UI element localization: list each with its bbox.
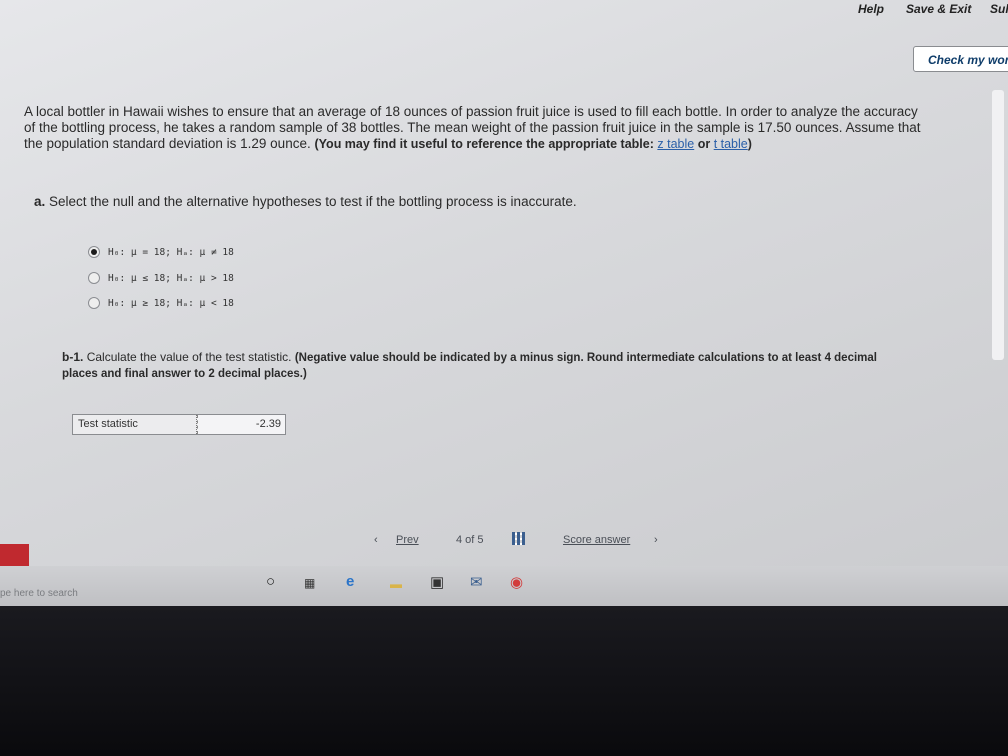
taskbar — [0, 566, 1008, 606]
part-a-text: Select the null and the alternative hypo… — [49, 194, 577, 209]
test-statistic-input[interactable]: -2.39 — [197, 415, 285, 434]
hypothesis-option-2[interactable]: H₀: μ ≤ 18; Hₐ: μ > 18 — [88, 272, 234, 284]
radio-button[interactable] — [88, 297, 100, 309]
radio-button-selected[interactable] — [88, 246, 100, 258]
cortana-circle-icon[interactable]: ○ — [266, 573, 275, 590]
t-table-link[interactable]: t table — [714, 137, 748, 151]
hypothesis-option-3[interactable]: H₀: μ ≥ 18; Hₐ: μ < 18 — [88, 297, 234, 309]
hypothesis-option-1[interactable]: H₀: μ = 18; Hₐ: μ ≠ 18 — [88, 246, 234, 258]
part-b1-prompt: b-1. Calculate the value of the test sta… — [62, 350, 902, 382]
taskbar-search-input[interactable]: pe here to search — [0, 588, 78, 599]
question-grid-icon[interactable] — [512, 532, 525, 545]
score-answer-link[interactable]: Score answer — [563, 534, 630, 546]
part-a-prompt: a. Select the null and the alternative h… — [34, 194, 577, 209]
prev-link[interactable]: Prev — [396, 534, 419, 546]
option-label: H₀: μ ≤ 18; Hₐ: μ > 18 — [108, 272, 234, 284]
save-exit-button[interactable]: Save & Exit — [906, 2, 971, 16]
part-a-label: a. — [34, 194, 46, 209]
help-button[interactable]: Help — [858, 2, 884, 16]
table-note: (You may find it useful to reference the… — [314, 137, 752, 151]
radio-button[interactable] — [88, 272, 100, 284]
test-statistic-row: Test statistic -2.39 — [72, 414, 286, 435]
part-b1-label: b-1. — [62, 350, 84, 364]
file-explorer-icon[interactable]: ▬ — [390, 577, 402, 591]
bezel — [0, 606, 1008, 756]
task-view-icon[interactable]: ▦ — [304, 576, 315, 590]
option-label: H₀: μ = 18; Hₐ: μ ≠ 18 — [108, 246, 234, 258]
store-bag-icon[interactable]: ▣ — [430, 573, 444, 591]
edge-browser-icon[interactable]: e — [346, 573, 354, 590]
mail-icon[interactable]: ✉ — [470, 573, 483, 591]
prev-chevron-icon[interactable]: ‹ — [374, 534, 378, 546]
question-text: A local bottler in Hawaii wishes to ensu… — [24, 104, 929, 152]
page-indicator: 4 of 5 — [456, 534, 484, 546]
check-my-work-button[interactable]: Check my worl — [913, 46, 1008, 72]
part-b1-text: Calculate the value of the test statisti… — [86, 350, 292, 364]
z-table-link[interactable]: z table — [657, 137, 694, 151]
submit-button[interactable]: Sul — [990, 2, 1008, 16]
scrollbar[interactable] — [992, 90, 1004, 360]
chrome-icon[interactable]: ◉ — [510, 573, 523, 591]
next-chevron-icon[interactable]: › — [654, 534, 658, 546]
test-statistic-label: Test statistic — [73, 415, 197, 434]
option-label: H₀: μ ≥ 18; Hₐ: μ < 18 — [108, 297, 234, 309]
top-bar: Help Save & Exit Sul — [0, 0, 1008, 22]
browser-screen: Help Save & Exit Sul Check my worl A loc… — [0, 0, 1008, 578]
